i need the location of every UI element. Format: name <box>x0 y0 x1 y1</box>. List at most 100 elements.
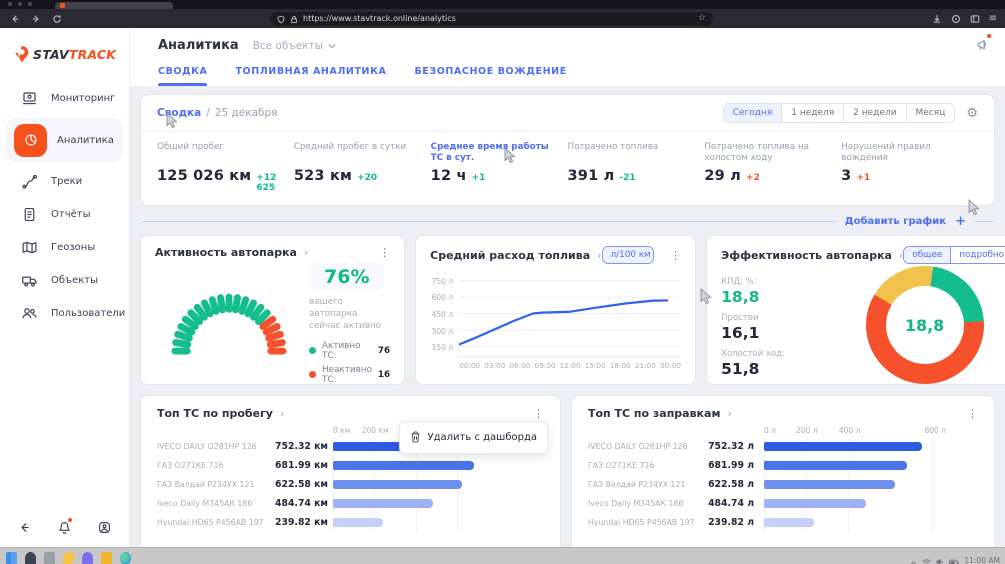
add-chart-button[interactable]: Добавить график <box>845 216 946 227</box>
browser-tab[interactable] <box>55 2 173 9</box>
value-bar[interactable] <box>333 480 462 489</box>
sidebar: STAVTRACK Мониторинг Аналитика Треки От <box>0 28 130 547</box>
collapse-sidebar-icon[interactable] <box>18 519 31 538</box>
value-bar[interactable] <box>764 518 814 527</box>
kebab-menu-icon[interactable]: ⋮ <box>959 408 978 419</box>
summary-breadcrumb-link[interactable]: Сводка <box>157 107 201 119</box>
taskbar-app-icon[interactable] <box>44 552 55 564</box>
toggle-l-per-100km[interactable]: л/100 км <box>603 247 655 263</box>
window-dot[interactable] <box>8 2 12 6</box>
sidebar-item-geozones[interactable]: Геозоны <box>0 231 129 264</box>
range-today-button[interactable]: Сегодня <box>724 104 782 122</box>
range-2weeks-button[interactable]: 2 недели <box>843 104 905 122</box>
value-bar[interactable] <box>764 499 866 508</box>
sidebar-item-label: Треки <box>51 176 82 187</box>
chevron-right-icon[interactable]: › <box>304 247 308 258</box>
vehicle-value: 752.32 л <box>706 441 764 452</box>
forward-icon[interactable] <box>31 14 41 24</box>
chevron-right-icon[interactable]: › <box>280 408 284 419</box>
news-icon[interactable] <box>976 36 989 55</box>
chevron-right-icon[interactable]: › <box>727 408 731 419</box>
breadcrumb-separator: / <box>206 107 210 119</box>
tracks-icon <box>21 173 38 190</box>
volume-icon[interactable] <box>936 551 944 564</box>
value-bar[interactable] <box>333 499 433 508</box>
vehicle-value: 681.99 л <box>706 460 764 471</box>
value-bar[interactable] <box>764 480 895 489</box>
folder-icon[interactable] <box>101 552 112 564</box>
start-button-icon[interactable] <box>6 552 17 564</box>
window-controls[interactable] <box>8 2 32 6</box>
sidebar-item-tracks[interactable]: Треки <box>0 165 129 198</box>
bar-x-tick: 200 л <box>796 426 818 435</box>
fuel-line-svg <box>459 271 681 356</box>
url-text[interactable]: https://www.stavtrack.online/analytics <box>303 14 693 23</box>
stavtrack-logo[interactable]: STAVTRACK <box>0 28 129 74</box>
fuel-x-tick: 06:00 <box>509 361 530 370</box>
hamburger-menu-icon[interactable]: ≡ <box>989 14 997 24</box>
bookmark-star-icon[interactable]: ☆ <box>698 14 706 23</box>
browser-app-icon[interactable] <box>120 552 131 564</box>
wifi-icon[interactable] <box>922 551 931 564</box>
stat-delta: +20 <box>357 173 377 183</box>
window-dot[interactable] <box>18 2 22 6</box>
notifications-bell-icon[interactable] <box>58 519 71 538</box>
card-title[interactable]: Активность автопарка <box>155 246 297 259</box>
screen: https://www.stavtrack.online/analytics ☆… <box>0 0 1005 564</box>
value-bar[interactable] <box>333 461 474 470</box>
sidebar-item-users[interactable]: Пользователи <box>0 297 129 330</box>
lock-icon[interactable] <box>290 9 298 28</box>
tab-summary[interactable]: СВОДКА <box>158 66 207 86</box>
tab-fuel-analytics[interactable]: ТОПЛИВНАЯ АНАЛИТИКА <box>235 66 386 86</box>
reload-icon[interactable] <box>52 14 62 24</box>
url-bar[interactable]: https://www.stavtrack.online/analytics ☆ <box>270 12 713 26</box>
settings-gear-icon[interactable]: ⚙ <box>966 107 978 120</box>
window-dot[interactable] <box>28 2 32 6</box>
sidebar-item-monitoring[interactable]: Мониторинг <box>0 82 129 115</box>
sidebar-item-analytics[interactable]: Аналитика <box>6 118 123 162</box>
card-title[interactable]: Топ ТС по пробегу <box>157 407 273 420</box>
kebab-menu-icon[interactable]: ⋮ <box>525 408 544 419</box>
chevron-right-icon[interactable]: › <box>597 250 601 261</box>
kpd-value: 18,8 <box>721 288 809 306</box>
fleet-activity-gauge-chart <box>155 261 303 361</box>
taskbar-app-icon[interactable] <box>25 552 36 564</box>
stat-avg-work-time[interactable]: Среднее время работы ТС в сут. 12 ч+1 <box>431 142 568 193</box>
toggle-general[interactable]: общее <box>904 247 950 263</box>
efficiency-stats: КПД, %: 18,8 Простои 16,1 Холостой ход: … <box>721 266 809 384</box>
delete-menu-label[interactable]: Удалить с дашборда <box>428 432 537 443</box>
extension-icon[interactable] <box>951 9 961 28</box>
tab-safe-driving[interactable]: БЕЗОПАСНОЕ ВОЖДЕНИЕ <box>414 66 566 86</box>
sidebar-item-reports[interactable]: Отчёты <box>0 198 129 231</box>
card-title[interactable]: Эффективность автопарка <box>721 249 892 262</box>
delete-from-dashboard-menu[interactable]: Удалить с дашборда <box>399 421 548 454</box>
download-icon[interactable] <box>932 9 942 28</box>
battery-icon[interactable] <box>949 551 959 564</box>
tray-caret-icon[interactable] <box>910 551 917 564</box>
kebab-menu-icon[interactable]: ⋮ <box>662 250 681 261</box>
stat-label-link[interactable]: Среднее время работы ТС в сут. <box>431 142 560 165</box>
taskbar-app-icon[interactable] <box>63 552 74 564</box>
range-1week-button[interactable]: 1 неделя <box>781 104 843 122</box>
profile-icon[interactable] <box>98 519 111 538</box>
sidebar-toggle-icon[interactable] <box>970 9 980 28</box>
back-icon[interactable] <box>10 14 20 24</box>
plus-icon[interactable]: + <box>955 215 966 228</box>
card-title[interactable]: Топ ТС по заправкам <box>588 407 720 420</box>
shield-icon[interactable] <box>277 9 285 28</box>
value-bar[interactable] <box>333 518 383 527</box>
sidebar-item-objects[interactable]: Объекты <box>0 264 129 297</box>
value-bar[interactable] <box>764 461 907 470</box>
bar-x-tick: 0 л <box>764 426 776 435</box>
sidebar-item-label: Аналитика <box>57 135 114 146</box>
object-filter-dropdown[interactable]: Все объекты <box>253 40 336 52</box>
card-title[interactable]: Средний расход топлива <box>430 249 590 262</box>
stat-label: Потрачено топлива <box>567 142 696 165</box>
taskbar-app-icon[interactable] <box>82 552 93 564</box>
value-bar[interactable] <box>764 442 922 451</box>
toggle-detailed[interactable]: подробно <box>950 247 1005 263</box>
cursor-pointer <box>700 288 712 306</box>
kebab-menu-icon[interactable]: ⋮ <box>371 247 390 258</box>
range-month-button[interactable]: Месяц <box>906 104 955 122</box>
idling-label: Холостой ход: <box>721 349 809 359</box>
